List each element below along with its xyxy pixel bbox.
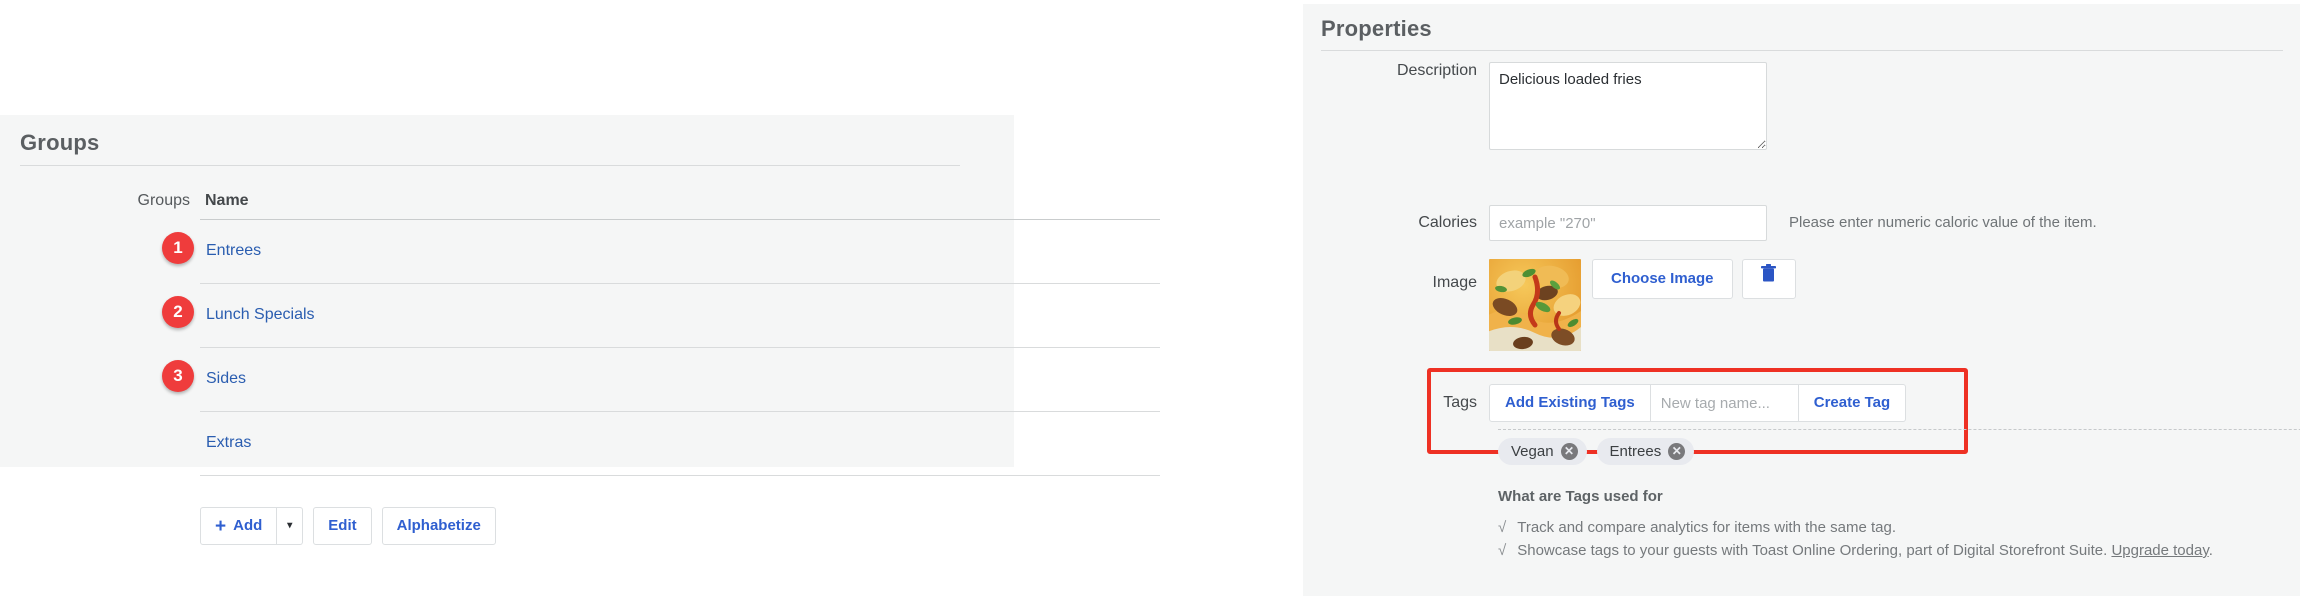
alphabetize-button[interactable]: Alphabetize bbox=[381, 507, 496, 545]
app-screenshot: Groups Groups Name 1 Entrees 2 Lunch Spe… bbox=[0, 0, 2300, 600]
chevron-down-icon: ▾ bbox=[287, 520, 293, 531]
add-dropdown-toggle[interactable]: ▾ bbox=[277, 507, 304, 545]
properties-title-divider bbox=[1321, 50, 2283, 51]
groups-table-header: Groups Name bbox=[0, 187, 1014, 219]
tag-chip-entrees[interactable]: Entrees ✕ bbox=[1596, 438, 1695, 465]
group-link-lunch-specials[interactable]: Lunch Specials bbox=[206, 306, 315, 324]
upgrade-today-link[interactable]: Upgrade today bbox=[2111, 542, 2208, 559]
tag-chip-vegan[interactable]: Vegan ✕ bbox=[1498, 438, 1587, 465]
tag-chip-list: Vegan ✕ Entrees ✕ bbox=[1498, 438, 1695, 465]
groups-table: Groups Name 1 Entrees 2 Lunch Specials 3… bbox=[0, 187, 1160, 476]
plus-icon: + bbox=[215, 515, 227, 537]
properties-title: Properties bbox=[1321, 16, 1432, 41]
tag-controls: Add Existing Tags Create Tag bbox=[1489, 384, 1907, 422]
tags-dashed-divider bbox=[1498, 429, 2300, 430]
delete-image-button[interactable] bbox=[1741, 259, 1796, 299]
groups-card-title: Groups bbox=[20, 130, 100, 155]
table-row[interactable]: 3 Sides bbox=[162, 347, 1160, 411]
column-header-name: Name bbox=[205, 192, 249, 209]
tags-info-line-wrapper: Showcase tags to your guests with Toast … bbox=[1517, 542, 2213, 559]
step-badge-3: 3 bbox=[162, 360, 194, 392]
description-textarea[interactable] bbox=[1489, 62, 1767, 150]
step-badge-2: 2 bbox=[162, 296, 194, 328]
item-image-thumbnail bbox=[1489, 259, 1581, 351]
tags-label: Tags bbox=[1443, 394, 1477, 411]
check-icon: √ bbox=[1498, 519, 1507, 536]
add-existing-tags-button[interactable]: Add Existing Tags bbox=[1489, 384, 1651, 422]
remove-tag-icon[interactable]: ✕ bbox=[1668, 443, 1686, 460]
groups-title-divider bbox=[20, 165, 960, 166]
image-row: Image Choose Image bbox=[1303, 259, 1796, 351]
image-label: Image bbox=[1432, 274, 1477, 291]
group-link-extras[interactable]: Extras bbox=[206, 434, 251, 452]
column-header-groups: Groups bbox=[137, 192, 190, 209]
table-row[interactable]: 2 Lunch Specials bbox=[162, 283, 1160, 347]
step-badge-1: 1 bbox=[162, 232, 194, 264]
properties-panel: Properties Description Calories Please e… bbox=[1303, 4, 2300, 596]
tags-info-section: What are Tags used for √ Track and compa… bbox=[1498, 488, 2278, 565]
tags-info-line: √ Track and compare analytics for items … bbox=[1498, 519, 2278, 536]
groups-action-bar: + Add ▾ Edit Alphabetize bbox=[200, 507, 496, 545]
edit-button[interactable]: Edit bbox=[313, 507, 372, 545]
remove-tag-icon[interactable]: ✕ bbox=[1560, 443, 1578, 460]
tag-chip-label: Entrees bbox=[1609, 443, 1662, 460]
calories-input[interactable] bbox=[1489, 205, 1767, 241]
calories-row: Calories Please enter numeric caloric va… bbox=[1303, 205, 2097, 241]
group-link-sides[interactable]: Sides bbox=[206, 370, 246, 388]
calories-label: Calories bbox=[1418, 214, 1477, 231]
tags-row: Tags Add Existing Tags Create Tag bbox=[1303, 384, 1907, 422]
new-tag-name-input[interactable] bbox=[1650, 384, 1799, 422]
choose-image-button[interactable]: Choose Image bbox=[1592, 259, 1733, 299]
tag-chip-label: Vegan bbox=[1511, 443, 1554, 460]
tags-info-line: √ Showcase tags to your guests with Toas… bbox=[1498, 542, 2278, 559]
tags-info-line-text: Track and compare analytics for items wi… bbox=[1517, 519, 1896, 536]
description-label: Description bbox=[1396, 62, 1477, 79]
add-button-label: Add bbox=[233, 517, 263, 534]
calories-help-text: Please enter numeric caloric value of th… bbox=[1789, 214, 2097, 231]
trash-icon bbox=[1760, 261, 1777, 297]
table-row[interactable]: Extras bbox=[200, 411, 1160, 475]
group-link-entrees[interactable]: Entrees bbox=[206, 242, 261, 260]
tags-info-title: What are Tags used for bbox=[1498, 488, 1663, 505]
tags-info-line-text: Showcase tags to your guests with Toast … bbox=[1517, 542, 2108, 559]
groups-card: Groups Groups Name 1 Entrees 2 Lunch Spe… bbox=[0, 115, 1160, 545]
upgrade-link-suffix: . bbox=[2208, 542, 2213, 559]
check-icon: √ bbox=[1498, 542, 1507, 559]
add-button[interactable]: + Add bbox=[200, 507, 278, 545]
create-tag-button[interactable]: Create Tag bbox=[1798, 384, 1907, 422]
table-bottom-divider bbox=[200, 475, 1160, 476]
description-row: Description bbox=[1303, 62, 1767, 150]
table-row[interactable]: 1 Entrees bbox=[162, 219, 1160, 283]
